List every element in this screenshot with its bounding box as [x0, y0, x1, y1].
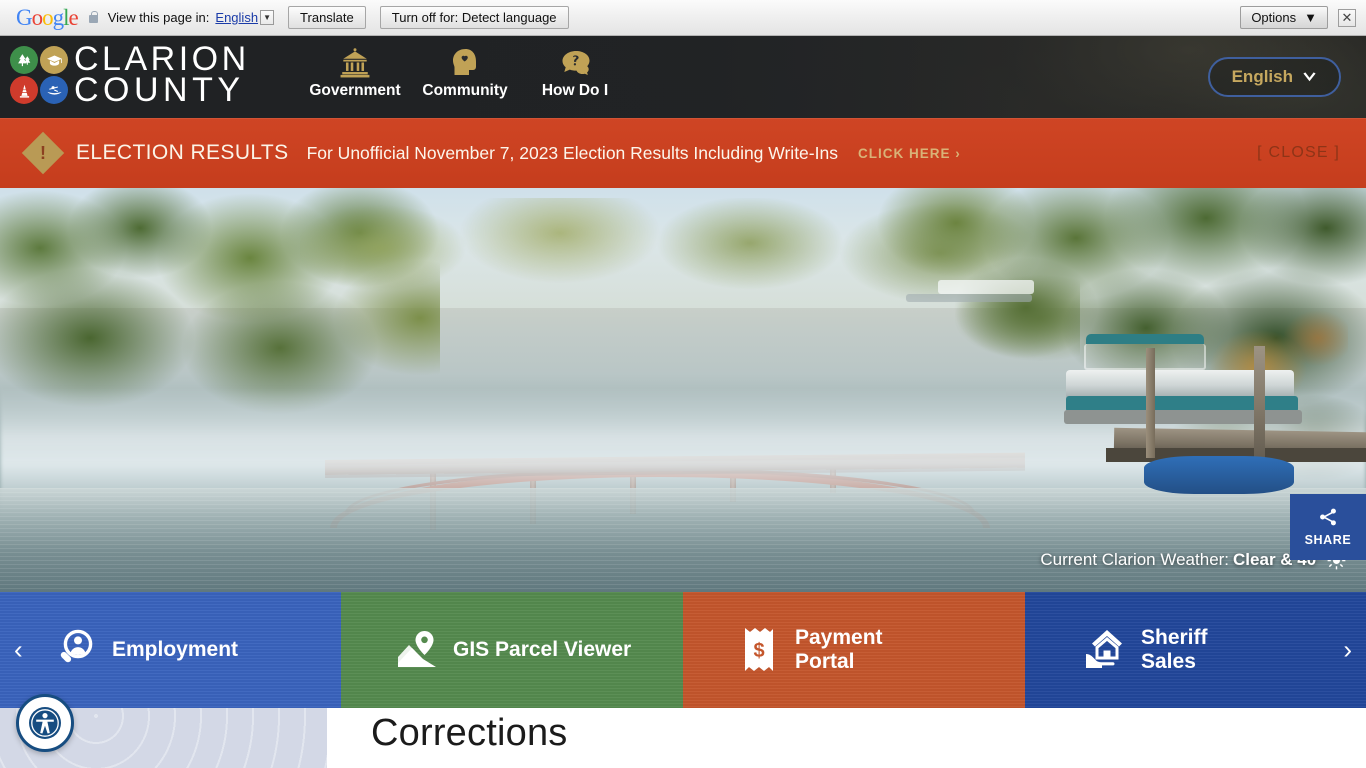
nav-item-community-label: Community	[422, 82, 508, 99]
quick-link-sheriff-sales-text: Sheriff Sales	[1141, 626, 1208, 673]
translate-button[interactable]: Translate	[288, 6, 366, 29]
quick-link-sheriff-sales-label: Sheriff Sales	[1141, 626, 1215, 673]
site-logo-text: CLARION COUNTY	[74, 42, 250, 110]
translate-language-link[interactable]: English	[215, 10, 258, 25]
alert-message: For Unofficial November 7, 2023 Election…	[306, 142, 838, 163]
nav-item-how-do-i-label: How Do I	[541, 82, 609, 99]
accessibility-icon	[29, 707, 61, 739]
carousel-next-arrow[interactable]: ›	[1343, 635, 1352, 666]
share-button[interactable]: SHARE	[1290, 494, 1366, 560]
svg-text:$: $	[753, 640, 764, 662]
head-heart-icon	[410, 42, 520, 78]
site-logo[interactable]: CLARION COUNTY	[10, 42, 250, 110]
close-icon[interactable]: ✕	[1338, 8, 1356, 27]
quick-link-payment-portal-text: Payment Portal	[795, 626, 883, 673]
share-nodes-icon	[1320, 508, 1336, 526]
nav-item-government[interactable]: Government	[300, 42, 410, 100]
language-selector-label: English	[1231, 67, 1293, 86]
google-translate-bar: Google View this page in: English ▼ Trans…	[0, 0, 1366, 36]
map-pin-icon	[393, 626, 441, 674]
chevron-down-icon[interactable]: ▼	[260, 10, 275, 25]
alert-close-button[interactable]: [ CLOSE ]	[1257, 144, 1340, 162]
quick-link-employment[interactable]: ‹ Employment	[0, 592, 341, 708]
translate-options-button[interactable]: Options ▼	[1240, 6, 1328, 29]
turn-off-translate-button[interactable]: Turn off for: Detect language	[379, 6, 569, 29]
quick-link-employment-label: Employment	[112, 638, 239, 662]
nav-item-government-label: Government	[309, 82, 401, 99]
oil-derrick-icon	[10, 76, 38, 105]
courthouse-icon	[300, 42, 410, 78]
main-navigation: Government Community How Do I	[300, 42, 630, 100]
hero-banner-image: SHARE Current Clarion Weather: Clear & 4…	[0, 188, 1366, 592]
receipt-dollar-icon: $	[737, 626, 781, 674]
trees-icon	[10, 46, 38, 75]
alert-banner: ! ELECTION RESULTS For Unofficial Novemb…	[0, 118, 1366, 188]
alert-exclamation: !	[40, 143, 46, 163]
carousel-prev-arrow[interactable]: ‹	[14, 635, 23, 666]
logo-line-2: COUNTY	[74, 71, 245, 110]
chevron-down-icon: ▼	[1304, 10, 1317, 25]
question-bubble-icon	[520, 42, 630, 78]
page-title: Corrections	[371, 712, 568, 754]
quick-link-payment-portal-label: Payment Portal	[795, 626, 905, 673]
nav-item-how-do-i[interactable]: How Do I	[520, 42, 630, 100]
accessibility-widget-button[interactable]	[16, 694, 74, 752]
quick-link-payment-portal[interactable]: $ Payment Portal	[683, 592, 1025, 708]
chevron-down-icon	[1303, 72, 1316, 82]
alert-click-here-link[interactable]: CLICK HERE ›	[858, 146, 961, 161]
page-body: Corrections	[0, 708, 1366, 768]
translate-prompt-label: View this page in:	[107, 10, 210, 25]
quick-link-sheriff-sales[interactable]: Sheriff Sales ›	[1025, 592, 1366, 708]
canoe-icon	[40, 76, 68, 105]
alert-title: ELECTION RESULTS	[76, 141, 289, 164]
graduation-cap-icon	[40, 46, 68, 75]
quick-links-carousel: ‹ Employment GIS Parcel Viewer $ Payment…	[0, 592, 1366, 708]
hand-house-icon	[1081, 626, 1127, 674]
quick-link-gis-parcel-viewer-label: GIS Parcel Viewer	[453, 638, 632, 662]
site-header: CLARION COUNTY Government Community How …	[0, 36, 1366, 118]
google-logo: Google	[16, 5, 79, 30]
quick-link-gis-parcel-viewer[interactable]: GIS Parcel Viewer	[341, 592, 683, 708]
lock-icon	[88, 10, 99, 25]
person-search-icon	[52, 626, 100, 674]
translate-options-label: Options	[1251, 10, 1297, 25]
alert-diamond-icon: !	[21, 131, 65, 175]
logo-icon-grid	[10, 46, 68, 105]
weather-prefix: Current Clarion Weather:	[1040, 550, 1230, 569]
language-selector-button[interactable]: English	[1207, 57, 1341, 97]
nav-item-community[interactable]: Community	[410, 42, 520, 100]
share-button-label: SHARE	[1304, 533, 1352, 547]
